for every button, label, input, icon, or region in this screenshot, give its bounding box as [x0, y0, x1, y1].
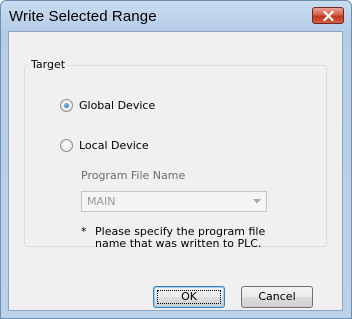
program-file-note: * Please specify the program file name t… [81, 226, 291, 250]
ok-button[interactable]: OK [153, 286, 225, 308]
close-x-icon [323, 11, 334, 21]
local-device-radio[interactable] [60, 139, 73, 152]
dialog-body: Target Global Device Local Device Progra… [8, 31, 343, 311]
dialog-title: Write Selected Range [9, 8, 157, 25]
cancel-button[interactable]: Cancel [241, 286, 313, 308]
global-device-option[interactable]: Global Device [60, 99, 155, 112]
program-file-select[interactable]: MAIN [81, 191, 267, 212]
program-file-select-value: MAIN [87, 195, 116, 208]
chevron-down-icon [253, 199, 261, 204]
dialog-window: Write Selected Range Target Global Devic… [0, 0, 352, 319]
focus-rectangle [157, 290, 221, 304]
local-device-label[interactable]: Local Device [79, 139, 149, 152]
target-groupbox [24, 65, 327, 247]
target-group-label: Target [28, 58, 69, 71]
note-marker: * [81, 225, 87, 238]
local-device-option[interactable]: Local Device [60, 139, 149, 152]
close-button[interactable] [312, 7, 344, 24]
note-text: Please specify the program file name tha… [95, 225, 266, 250]
cancel-button-label: Cancel [258, 290, 296, 303]
program-file-name-label: Program File Name [81, 169, 186, 182]
global-device-label[interactable]: Global Device [79, 99, 155, 112]
title-bar[interactable]: Write Selected Range [1, 1, 351, 31]
global-device-radio[interactable] [60, 99, 73, 112]
